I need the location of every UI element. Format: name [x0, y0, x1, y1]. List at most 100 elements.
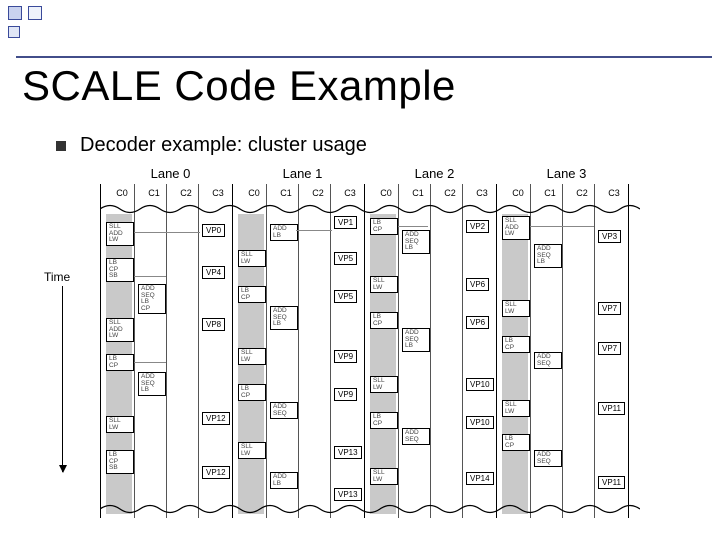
op-box: SLLADDLW — [106, 318, 134, 342]
corner-decoration — [8, 6, 44, 42]
op-box: LBCP — [370, 412, 398, 429]
connector — [530, 226, 594, 227]
op-box: ADDSEQLB — [534, 244, 562, 268]
vp-label: VP5 — [334, 252, 357, 265]
op-box: ADDSEQLB — [402, 328, 430, 352]
op-box: LBCPSB — [106, 258, 134, 282]
op-box: SLLLW — [106, 416, 134, 433]
vp-label: VP4 — [202, 266, 225, 279]
cluster-header: C1 — [404, 188, 432, 198]
vp-label: VP6 — [466, 278, 489, 291]
vline — [430, 184, 431, 518]
op-box: LBCP — [370, 218, 398, 235]
cluster-header: C1 — [272, 188, 300, 198]
vp-label: VP2 — [466, 220, 489, 233]
vp-label: VP13 — [334, 488, 362, 501]
slide: SCALE Code Example Decoder example: clus… — [0, 0, 720, 540]
op-box: LBCP — [106, 354, 134, 371]
vline — [462, 184, 463, 518]
connector — [134, 276, 166, 277]
op-box: SLLLW — [502, 300, 530, 317]
op-box: ADDSEQ — [534, 352, 562, 369]
lane-header: Lane 3 — [504, 166, 629, 181]
op-box: SLLLW — [370, 468, 398, 485]
bullet-text: Decoder example: cluster usage — [80, 134, 367, 156]
cluster-header: C2 — [436, 188, 464, 198]
cluster-header: C2 — [172, 188, 200, 198]
connector — [134, 232, 200, 233]
deco-square-icon — [28, 6, 42, 20]
op-box: LBCP — [502, 434, 530, 451]
lane-header: Lane 0 — [108, 166, 233, 181]
cluster-header: C3 — [468, 188, 496, 198]
cluster-header: C0 — [504, 188, 532, 198]
vp-label: VP9 — [334, 388, 357, 401]
vp-label: VP6 — [466, 316, 489, 329]
vp-label: VP0 — [202, 224, 225, 237]
cluster-header: C3 — [600, 188, 628, 198]
cluster-header: C0 — [372, 188, 400, 198]
cluster-header: C1 — [140, 188, 168, 198]
cluster-header: C1 — [536, 188, 564, 198]
time-arrow-icon — [62, 286, 63, 472]
vp-label: VP12 — [202, 412, 230, 425]
vline — [198, 184, 199, 518]
vp-label: VP9 — [334, 350, 357, 363]
vline — [562, 184, 563, 518]
vline — [628, 184, 629, 518]
op-box: ADDLB — [270, 224, 298, 241]
cluster-header: C0 — [240, 188, 268, 198]
deco-square-icon — [8, 6, 22, 20]
op-box: ADDSEQ — [270, 402, 298, 419]
vp-label: VP7 — [598, 302, 621, 315]
cluster-header: C3 — [336, 188, 364, 198]
cluster-header: C2 — [304, 188, 332, 198]
vline — [266, 184, 267, 518]
op-box: ADDSEQLB — [402, 230, 430, 254]
op-box: LBCP — [238, 286, 266, 303]
connector — [398, 226, 428, 227]
vline — [496, 184, 497, 518]
op-box: SLLLW — [370, 376, 398, 393]
cluster-header: C0 — [108, 188, 136, 198]
vp-label: VP12 — [202, 466, 230, 479]
vp-label: VP11 — [598, 476, 625, 489]
figure-cluster-usage: Lane 0 Lane 1 Lane 2 Lane 3 C0 C1 C2 C3 … — [100, 166, 640, 518]
vp-label: VP10 — [466, 416, 494, 429]
vline — [530, 184, 531, 518]
op-box: LBCPSB — [106, 450, 134, 474]
op-box: LBCP — [502, 336, 530, 353]
op-box: SLLADDLW — [502, 216, 530, 240]
vline — [166, 184, 167, 518]
vline — [232, 184, 233, 518]
op-box: LBCP — [370, 312, 398, 329]
op-box: ADDLB — [270, 472, 298, 489]
vline — [134, 184, 135, 518]
op-box: LBCP — [238, 384, 266, 401]
vp-label: VP8 — [202, 318, 225, 331]
time-axis-label: Time — [44, 270, 70, 284]
op-box: SLLADDLW — [106, 222, 134, 246]
vline — [100, 184, 101, 518]
vline — [298, 184, 299, 518]
bullet-square-icon — [56, 141, 66, 151]
vp-label: VP7 — [598, 342, 621, 355]
wavy-cut-icon — [100, 202, 640, 216]
vline — [398, 184, 399, 518]
op-box: SLLLW — [502, 400, 530, 417]
vp-label: VP11 — [598, 402, 625, 415]
op-box: SLLLW — [370, 276, 398, 293]
hr — [16, 56, 712, 58]
vp-label: VP14 — [466, 472, 494, 485]
op-box: ADDSEQ — [402, 428, 430, 445]
vline — [364, 184, 365, 518]
page-title: SCALE Code Example — [22, 62, 456, 110]
connector — [134, 362, 166, 363]
lane-header: Lane 2 — [372, 166, 497, 181]
op-box: SLLLW — [238, 442, 266, 459]
op-box: SLLLW — [238, 250, 266, 267]
vp-label: VP1 — [334, 216, 357, 229]
bullet-line: Decoder example: cluster usage — [56, 134, 367, 157]
wavy-cut-icon — [100, 502, 640, 516]
vp-label: VP13 — [334, 446, 362, 459]
